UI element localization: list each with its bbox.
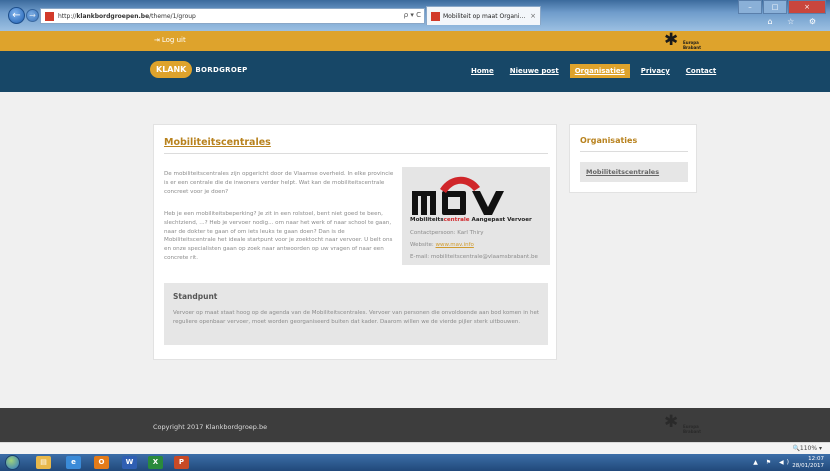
- sidebar-divider: [580, 151, 688, 152]
- star-logo-text: Europa Brabant: [683, 40, 702, 50]
- intro-paragraph: De mobiliteitscentrales zijn opgericht d…: [164, 171, 394, 195]
- footer-star-logo-icon: ✱: [664, 412, 679, 432]
- logout-label: Log uit: [161, 36, 186, 44]
- site-favicon-icon: [45, 11, 54, 21]
- detail-paragraph: Heb je een mobiliteitsbeperking? Je zit …: [164, 211, 393, 261]
- window-controls: – □ ×: [737, 0, 826, 14]
- nav-item-privacy[interactable]: Privacy: [636, 64, 675, 78]
- main-nav: KLANK BORDGROEP Home Nieuwe post Organis…: [0, 51, 830, 92]
- taskbar-explorer-icon[interactable]: ▤: [36, 456, 51, 469]
- nav-item-organisaties[interactable]: Organisaties: [569, 64, 630, 78]
- mov-logo-icon: [412, 176, 504, 215]
- main-content-card: Mobiliteitscentrales De mobiliteitscentr…: [153, 124, 557, 360]
- site-footer: Copyright 2017 Klankbordgroep.be ✱ Europ…: [0, 408, 830, 442]
- address-bar[interactable]: http://klankbordgroepen.be/theme/1/group…: [40, 8, 425, 24]
- logo-text: BORDGROEP: [195, 65, 248, 74]
- system-clock[interactable]: 12:07 28/01/2017: [792, 456, 824, 469]
- browser-toolbar-icons[interactable]: ⌂ ☆ ⚙: [767, 17, 822, 26]
- sidebar-title: Organisaties: [580, 136, 638, 145]
- nav-item-contact[interactable]: Contact: [681, 64, 722, 78]
- standpunt-text: Vervoer op maat staat hoog op de agenda …: [173, 310, 540, 325]
- taskbar-excel-icon[interactable]: X: [148, 456, 163, 469]
- footer-star-logo-text: Europa Brabant: [683, 424, 702, 434]
- logo-badge: KLANK: [150, 61, 193, 78]
- taskbar-word-icon[interactable]: W: [122, 456, 137, 469]
- tab-favicon-icon: [431, 11, 440, 21]
- tab-title: Mobiliteit op maat Organi...: [443, 12, 526, 20]
- organisation-info-box: Mobiliteitscentrale Aangepast Vervoer Co…: [402, 167, 550, 265]
- standpunt-box: Standpunt Vervoer op maat staat hoog op …: [164, 283, 548, 345]
- back-arrow-icon: ←: [12, 10, 21, 21]
- windows-taskbar: ▤ e O W X P ▲ ⚑ ◀) 12:07 28/01/2017: [0, 454, 830, 471]
- search-refresh-icon[interactable]: ρ ▾ C: [404, 11, 421, 19]
- site-logo[interactable]: KLANK BORDGROEP: [150, 61, 248, 78]
- page-title: Mobiliteitscentrales: [164, 137, 271, 148]
- mov-tagline: Mobiliteitscentrale Aangepast Vervoer: [410, 217, 532, 223]
- website-line: Website: www.mav.info: [410, 242, 474, 248]
- minimize-button[interactable]: –: [738, 0, 762, 14]
- tab-close-icon[interactable]: ×: [530, 12, 536, 20]
- start-button[interactable]: [5, 455, 20, 470]
- logout-link[interactable]: ⇥ Log uit: [154, 36, 186, 44]
- taskbar-ie-icon[interactable]: e: [66, 456, 81, 469]
- close-window-button[interactable]: ×: [788, 0, 826, 14]
- website-link[interactable]: www.mav.info: [436, 242, 474, 248]
- maximize-button[interactable]: □: [763, 0, 787, 14]
- sidebar-item-mobiliteitscentrales[interactable]: Mobiliteitscentrales: [580, 162, 688, 182]
- nav-item-nieuwe-post[interactable]: Nieuwe post: [505, 64, 564, 78]
- back-button[interactable]: ←: [8, 7, 25, 24]
- taskbar-powerpoint-icon[interactable]: P: [174, 456, 189, 469]
- nav-menu: Home Nieuwe post Organisaties Privacy Co…: [466, 64, 727, 78]
- site-topbar: ⇥ Log uit ✱ Europa Brabant: [0, 31, 830, 51]
- forward-arrow-icon: →: [29, 11, 36, 20]
- copyright-text: Copyright 2017 Klankbordgroep.be: [153, 423, 268, 431]
- logout-icon: ⇥: [154, 36, 160, 44]
- title-divider: [164, 153, 548, 154]
- browser-chrome: ← → http://klankbordgroepen.be/theme/1/g…: [0, 0, 830, 31]
- standpunt-heading: Standpunt: [173, 292, 218, 301]
- email-line: E-mail: mobiliteitscentrale@vlaamsbraban…: [410, 254, 538, 260]
- forward-button[interactable]: →: [26, 9, 39, 22]
- system-tray-icons[interactable]: ▲ ⚑ ◀): [753, 459, 792, 466]
- sidebar-card: Organisaties Mobiliteitscentrales: [569, 124, 697, 193]
- zoom-level[interactable]: 🔍110% ▾: [792, 445, 822, 452]
- contact-person: Contactpersoon: Karl Thiry: [410, 230, 484, 236]
- address-url: http://klankbordgroepen.be/theme/1/group: [58, 12, 196, 20]
- star-logo-icon: ✱: [664, 30, 679, 50]
- browser-statusbar: 🔍110% ▾: [0, 442, 830, 454]
- browser-tab[interactable]: Mobiliteit op maat Organi... ×: [426, 6, 541, 25]
- nav-item-home[interactable]: Home: [466, 64, 499, 78]
- taskbar-outlook-icon[interactable]: O: [94, 456, 109, 469]
